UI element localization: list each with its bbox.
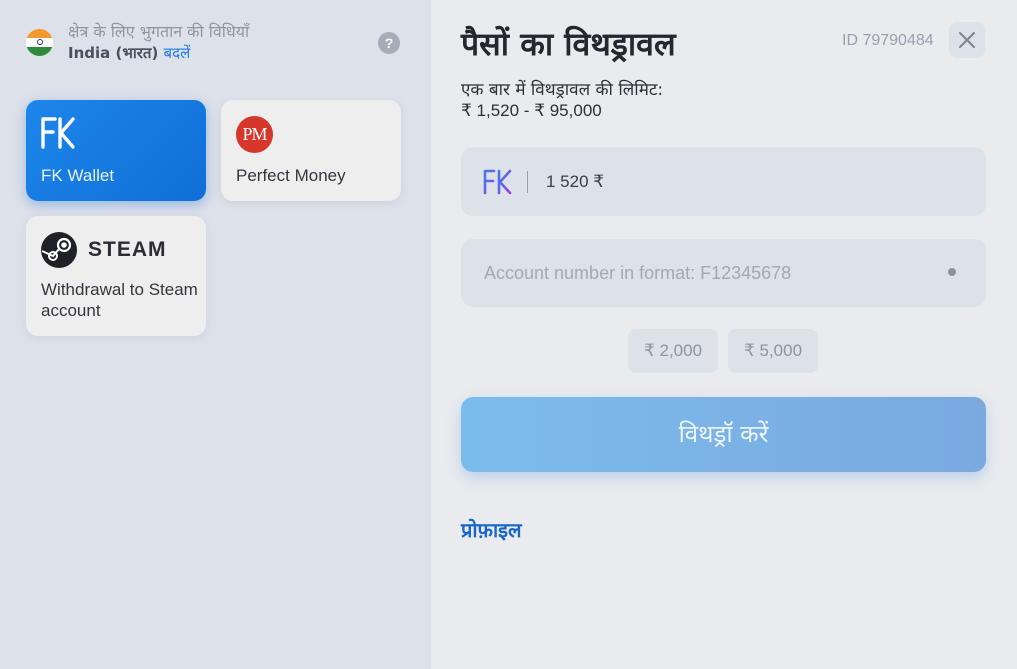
limit-range: ₹ 1,520 - ₹ 95,000 (461, 101, 602, 120)
method-label: Withdrawal to Steam account (41, 280, 198, 320)
field-status-dot-icon (948, 268, 956, 276)
method-card-steam[interactable]: STEAM Withdrawal to Steam account (26, 216, 206, 336)
withdraw-button[interactable]: विथड्रॉ करें (461, 397, 986, 472)
limit-label: एक बार में विथड्रावल की लिमिट: (461, 80, 664, 100)
input-separator (527, 171, 528, 193)
region-selector: क्षेत्र के लिए भुगतान की विधियाँ India (… (26, 18, 406, 66)
payment-methods-panel: क्षेत्र के लिए भुगतान की विधियाँ India (… (0, 0, 431, 669)
region-country: India (भारत) बदलें (68, 43, 190, 63)
region-title: क्षेत्र के लिए भुगतान की विधियाँ (68, 22, 250, 41)
quick-amount-2000-button[interactable]: ₹ 2,000 (628, 329, 718, 373)
close-button[interactable] (949, 22, 985, 58)
method-card-perfect-money[interactable]: PM Perfect Money (221, 100, 401, 201)
method-label: Perfect Money (236, 166, 346, 185)
profile-link[interactable]: प्रोफ़ाइल (461, 516, 522, 543)
steam-logo-icon (41, 232, 77, 268)
india-flag-icon (26, 29, 53, 56)
account-number-input[interactable] (461, 239, 986, 307)
perfect-money-logo-icon: PM (236, 116, 273, 153)
quick-amount-5000-button[interactable]: ₹ 5,000 (728, 329, 818, 373)
region-country-name: India (भारत) (68, 44, 159, 62)
steam-wordmark: STEAM (88, 238, 167, 261)
change-region-link[interactable]: बदलें (164, 44, 191, 62)
fk-wallet-logo-icon (41, 117, 75, 149)
help-icon[interactable]: ? (378, 32, 400, 54)
fk-wallet-mini-icon (483, 169, 512, 195)
close-icon (959, 32, 975, 48)
amount-value: 1 520 ₹ (546, 172, 605, 191)
method-card-fk-wallet[interactable]: FK Wallet (26, 100, 206, 201)
method-label: FK Wallet (41, 166, 115, 185)
amount-input[interactable]: 1 520 ₹ (461, 147, 986, 216)
user-id: ID 79790484 (842, 32, 934, 49)
page-title: पैसों का विथड्रावल (461, 25, 676, 63)
